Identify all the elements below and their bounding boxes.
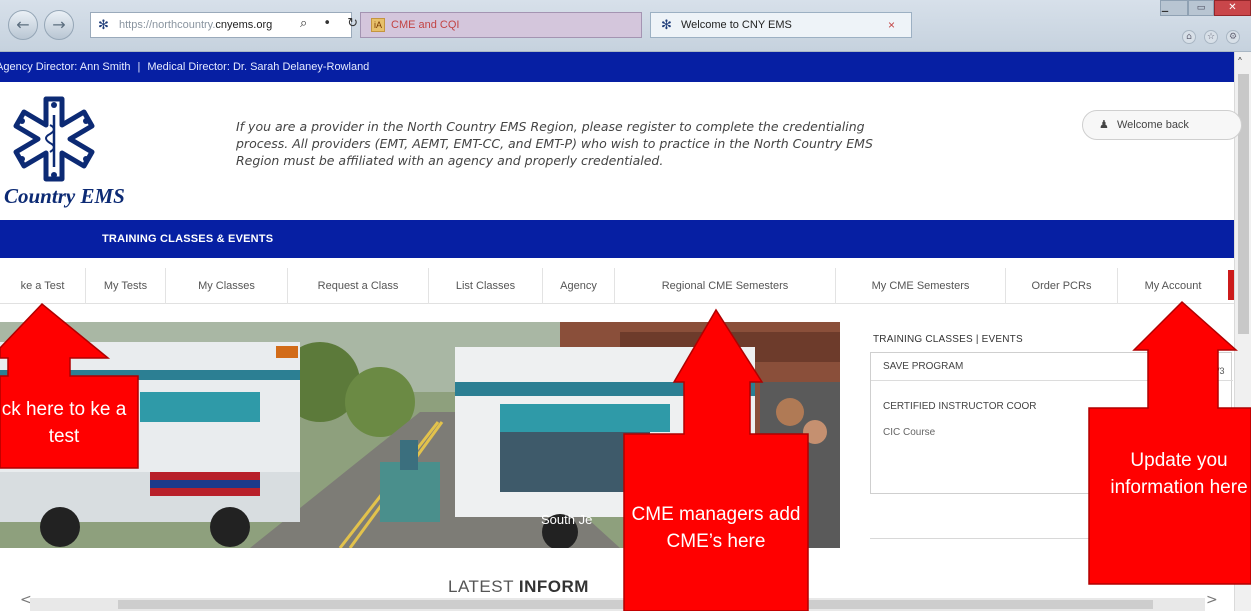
page-icon: iA bbox=[371, 18, 385, 32]
latest-bold: INFORM bbox=[518, 577, 589, 596]
close-window-button[interactable]: ✕ bbox=[1214, 0, 1251, 16]
forward-button[interactable]: → bbox=[44, 10, 74, 40]
latest-prefix: LATEST bbox=[448, 577, 519, 596]
separator: | bbox=[137, 61, 141, 73]
scrollbar-thumb[interactable] bbox=[1238, 74, 1249, 334]
scroll-up-icon[interactable]: ˄ bbox=[1237, 56, 1243, 70]
latest-information-heading: LATEST INFORM bbox=[448, 577, 589, 597]
training-title: CERTIFIED INSTRUCTOR COOR bbox=[883, 401, 1037, 412]
annotation-update-info: Update you information here bbox=[1086, 298, 1251, 586]
annotation-take-a-test: ck here to ke a test bbox=[0, 300, 140, 470]
tab-label: Welcome to CNY EMS bbox=[681, 19, 792, 31]
menu-my-cme-semesters[interactable]: My CME Semesters bbox=[836, 268, 1006, 304]
url-prefix: https://northcountry. bbox=[119, 19, 216, 31]
tab-welcome[interactable]: ✻ Welcome to CNY EMS × bbox=[650, 12, 912, 38]
welcome-label: Welcome back bbox=[1117, 119, 1189, 131]
annotation-text: ck here to ke a test bbox=[1, 399, 127, 447]
site-icon: ✻ bbox=[661, 17, 672, 32]
site-icon: ✻ bbox=[98, 17, 109, 32]
menu-list-classes[interactable]: List Classes bbox=[429, 268, 543, 304]
menu-my-classes[interactable]: My Classes bbox=[166, 268, 288, 304]
annotation-text: Update you information here bbox=[1110, 450, 1248, 498]
horizontal-scrollbar[interactable] bbox=[30, 598, 1205, 611]
welcome-back-button[interactable]: ♟ Welcome back bbox=[1082, 110, 1242, 140]
site-logo-text[interactable]: Country EMS bbox=[4, 184, 125, 209]
training-title: SAVE PROGRAM bbox=[883, 361, 964, 372]
training-subtitle: CIC Course bbox=[883, 427, 936, 438]
minimize-button[interactable]: – bbox=[1160, 0, 1188, 20]
menu-bar: ke a Test My Tests My Classes Request a … bbox=[0, 268, 1234, 304]
home-icon[interactable]: ⌂ bbox=[1182, 30, 1196, 44]
annotation-cme-managers: CME managers add CME’s here bbox=[620, 306, 812, 611]
training-panel-heading: TRAINING CLASSES | EVENTS bbox=[873, 334, 1023, 345]
menu-accent bbox=[1228, 270, 1234, 300]
close-tab-icon[interactable]: × bbox=[888, 13, 895, 37]
user-icon: ♟ bbox=[1099, 119, 1109, 131]
medical-director: Medical Director: Dr. Sarah Delaney-Rowl… bbox=[147, 61, 370, 73]
menu-agency[interactable]: Agency bbox=[543, 268, 615, 304]
favorites-icon[interactable]: ☆ bbox=[1204, 30, 1218, 44]
registration-intro: If you are a provider in the North Count… bbox=[236, 119, 873, 168]
back-button[interactable]: ← bbox=[8, 10, 38, 40]
address-controls[interactable]: ⌕ • ↻ bbox=[300, 16, 364, 31]
menu-take-a-test[interactable]: ke a Test bbox=[0, 268, 86, 304]
scroll-right-icon[interactable]: > bbox=[1206, 592, 1218, 608]
director-bar: Agency Director: Ann Smith | Medical Direc… bbox=[0, 52, 1234, 82]
nav-item-training-classes[interactable]: TRAINING CLASSES & EVENTS bbox=[102, 220, 273, 258]
browser-toolbar: ← → ✻ https://northcountry.cnyems.org ⌕ … bbox=[0, 0, 1251, 52]
star-of-life-logo-icon bbox=[13, 96, 95, 182]
tab-label: CME and CQI bbox=[391, 19, 460, 31]
menu-regional-cme-semesters[interactable]: Regional CME Semesters bbox=[615, 268, 836, 304]
annotation-text: CME managers add CME’s here bbox=[631, 503, 801, 552]
maximize-button[interactable]: ▭ bbox=[1188, 0, 1214, 16]
banner-caption: South Je bbox=[541, 512, 593, 527]
gear-icon[interactable]: ⚙ bbox=[1226, 30, 1240, 44]
main-nav: TRAINING CLASSES & EVENTS bbox=[0, 220, 1234, 258]
url-domain: cnyems.org bbox=[215, 19, 273, 31]
tab-cme-and-cqi[interactable]: iA CME and CQI bbox=[360, 12, 642, 38]
agency-director: Agency Director: Ann Smith bbox=[0, 61, 131, 73]
menu-request-a-class[interactable]: Request a Class bbox=[288, 268, 429, 304]
menu-my-tests[interactable]: My Tests bbox=[86, 268, 166, 304]
